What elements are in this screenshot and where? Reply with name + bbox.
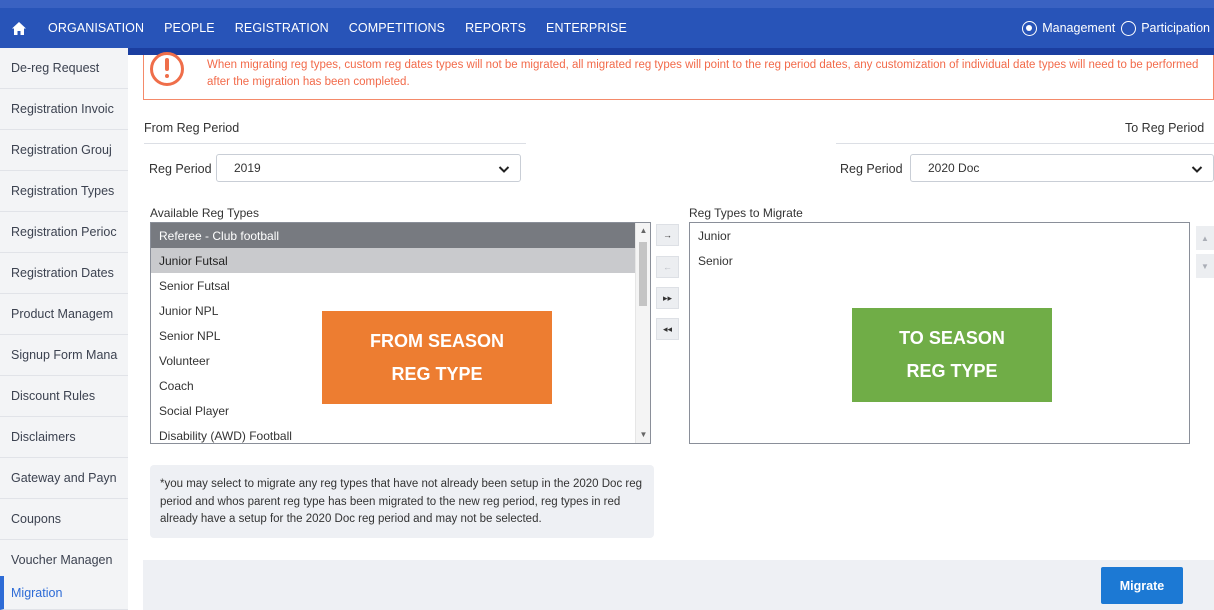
migration-note: *you may select to migrate any reg types… bbox=[150, 465, 654, 538]
from-season-overlay: FROM SEASON REG TYPE bbox=[322, 311, 552, 404]
available-reg-types-label: Available Reg Types bbox=[150, 206, 259, 220]
from-divider bbox=[144, 143, 526, 144]
sidebar-item-registration-period[interactable]: Registration Perioc bbox=[0, 212, 128, 253]
sidebar-item-product-management[interactable]: Product Managem bbox=[0, 294, 128, 335]
from-season-overlay-line1: FROM SEASON bbox=[369, 330, 504, 351]
sidebar-item-migration[interactable]: Migration bbox=[0, 576, 128, 610]
main-nav: ORGANISATION PEOPLE REGISTRATION COMPETI… bbox=[0, 8, 637, 48]
sidebar-item-disclaimers[interactable]: Disclaimers bbox=[0, 417, 128, 458]
nav-item-competitions[interactable]: COMPETITIONS bbox=[339, 21, 455, 35]
sidebar-item-discount-rules[interactable]: Discount Rules bbox=[0, 376, 128, 417]
chevron-down-icon bbox=[1191, 166, 1203, 173]
alert-text: When migrating reg types, custom reg dat… bbox=[207, 59, 1199, 88]
list-item[interactable]: Junior bbox=[690, 223, 1189, 248]
to-season-overlay-line2: REG TYPE bbox=[906, 361, 998, 381]
move-up-icon[interactable]: ▲ bbox=[1196, 226, 1214, 250]
sidebar-item-registration-group[interactable]: Registration Grouj bbox=[0, 130, 128, 171]
to-season-overlay-line1: TO SEASON bbox=[899, 328, 1005, 348]
nav-strip bbox=[0, 48, 1214, 55]
sidebar-item-voucher-management[interactable]: Voucher Managen bbox=[0, 540, 128, 581]
exclamation-circle-icon bbox=[150, 52, 184, 86]
list-item[interactable]: Senior Futsal bbox=[151, 273, 650, 298]
migration-warning-alert: When migrating reg types, custom reg dat… bbox=[143, 52, 1214, 100]
to-reg-period-heading: To Reg Period bbox=[1125, 121, 1205, 135]
home-icon[interactable] bbox=[0, 21, 38, 35]
from-reg-period-value: 2019 bbox=[234, 161, 261, 175]
radio-unselected-icon[interactable] bbox=[1121, 20, 1137, 36]
add-all-button[interactable]: ▸▸ bbox=[656, 287, 679, 309]
add-selected-button[interactable]: → bbox=[656, 224, 679, 246]
nav-item-reports[interactable]: REPORTS bbox=[455, 21, 536, 35]
sidebar-item-dereg-request[interactable]: De-reg Request bbox=[0, 48, 128, 89]
scroll-up-icon[interactable]: ▲ bbox=[636, 223, 650, 239]
mode-switch: Management Participation bbox=[1016, 8, 1210, 48]
list-scrollbar[interactable]: ▲ ▼ bbox=[635, 223, 650, 443]
move-down-icon[interactable]: ▼ bbox=[1196, 254, 1214, 278]
mode-participation-label: Participation bbox=[1141, 21, 1210, 35]
to-season-overlay: TO SEASON REG TYPE bbox=[852, 308, 1052, 402]
to-reg-period-select[interactable]: 2020 Doc bbox=[910, 154, 1214, 182]
nav-item-registration[interactable]: REGISTRATION bbox=[225, 21, 339, 35]
sidebar-item-registration-types[interactable]: Registration Types bbox=[0, 171, 128, 212]
sidebar-item-gateway-payment[interactable]: Gateway and Payn bbox=[0, 458, 128, 499]
nav-item-organisation[interactable]: ORGANISATION bbox=[38, 21, 154, 35]
top-edge bbox=[0, 0, 1214, 8]
from-reg-period-heading: From Reg Period bbox=[144, 121, 240, 135]
mode-management-option[interactable]: Management bbox=[1022, 20, 1116, 36]
remove-all-button[interactable]: ◂◂ bbox=[656, 318, 679, 340]
scroll-thumb[interactable] bbox=[639, 242, 647, 306]
list-item[interactable]: Senior bbox=[690, 248, 1189, 273]
migrate-button[interactable]: Migrate bbox=[1101, 567, 1183, 604]
sidebar-item-signup-form[interactable]: Signup Form Mana bbox=[0, 335, 128, 376]
to-reg-period-label: Reg Period bbox=[840, 162, 903, 176]
list-item[interactable]: Disability (AWD) Football bbox=[151, 423, 650, 443]
from-season-overlay-line2: REG TYPE bbox=[391, 363, 483, 384]
sidebar-item-registration-invoice[interactable]: Registration Invoic bbox=[0, 89, 128, 130]
from-reg-period-label: Reg Period bbox=[149, 162, 212, 176]
chevron-down-icon bbox=[498, 166, 510, 173]
sidebar: De-reg Request Registration Invoic Regis… bbox=[0, 48, 128, 610]
to-divider bbox=[836, 143, 1214, 144]
scroll-down-icon[interactable]: ▼ bbox=[636, 427, 650, 443]
remove-selected-button[interactable]: ← bbox=[656, 256, 679, 278]
to-reg-period-value: 2020 Doc bbox=[928, 161, 980, 175]
sidebar-item-registration-dates[interactable]: Registration Dates bbox=[0, 253, 128, 294]
list-item[interactable]: Junior Futsal bbox=[151, 248, 650, 273]
sidebar-item-coupons[interactable]: Coupons bbox=[0, 499, 128, 540]
mode-participation-option[interactable]: Participation bbox=[1121, 20, 1210, 36]
reg-types-to-migrate-label: Reg Types to Migrate bbox=[689, 206, 803, 220]
nav-item-people[interactable]: PEOPLE bbox=[154, 21, 225, 35]
list-item[interactable]: Referee - Club football bbox=[151, 223, 650, 248]
from-reg-period-select[interactable]: 2019 bbox=[216, 154, 521, 182]
radio-selected-icon[interactable] bbox=[1022, 20, 1038, 36]
action-footer bbox=[143, 560, 1214, 610]
nav-item-enterprise[interactable]: ENTERPRISE bbox=[536, 21, 637, 35]
mode-management-label: Management bbox=[1042, 21, 1116, 35]
